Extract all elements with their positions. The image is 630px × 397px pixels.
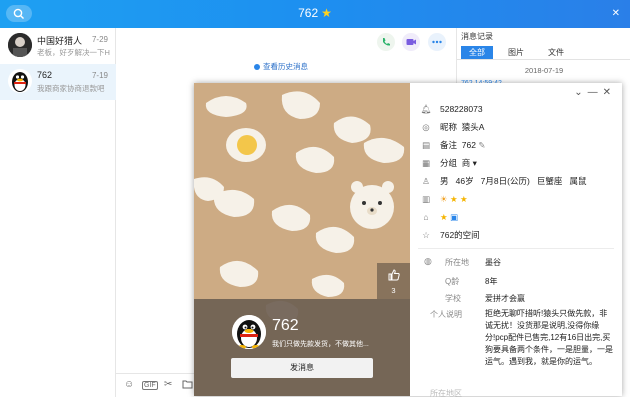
history-panel-title: 消息记录 bbox=[461, 32, 493, 41]
personal-info-row: ♙ 男 46岁 7月8日(公历) 巨蟹座 属鼠 bbox=[420, 173, 586, 189]
window-controls[interactable]: ✕ bbox=[612, 8, 620, 19]
thumbs-up-icon bbox=[388, 269, 400, 281]
conversation-list: 中国好猎人 7-29 老板，好歹解决一下H 762 7-19 我跟商家协商退款吧 bbox=[0, 28, 116, 397]
conversation-name: 762 bbox=[37, 70, 53, 80]
star-badge-icon[interactable]: ★ bbox=[440, 212, 448, 222]
location-pin-icon: ◍ bbox=[424, 256, 432, 266]
profile-cover: 3 bbox=[194, 83, 410, 396]
person-icon: ♙ bbox=[422, 176, 430, 186]
history-date: 2018-07-19 bbox=[524, 66, 564, 75]
bell-icon: 🔔︎ bbox=[420, 104, 432, 114]
video-icon[interactable] bbox=[402, 33, 421, 51]
like-count: 3 bbox=[391, 286, 396, 295]
badges-row: ⌂ ★ ▣ bbox=[420, 209, 458, 225]
title-bar: 762 ★ ✕ bbox=[0, 0, 630, 28]
profile-card: 3 762 我们只做先款发货，不做其他... 发消息 ⌄—✕ 🔔︎ 5282280… bbox=[194, 83, 622, 397]
note-icon: ▤ bbox=[421, 140, 431, 150]
edit-icon[interactable]: ✎ bbox=[478, 140, 485, 150]
remark-row: ▤ 备注 762 ✎ bbox=[420, 137, 485, 153]
group-icon: ▦ bbox=[421, 158, 431, 168]
tab-files[interactable]: 文件 bbox=[545, 46, 567, 59]
window-title: 762 ★ bbox=[298, 6, 332, 20]
group-row: ▦ 分组 商 ▾ bbox=[420, 155, 477, 171]
more-icon[interactable] bbox=[428, 33, 446, 51]
level-row: ▥ ☀ ★ ★ bbox=[420, 191, 468, 207]
conversation-item-hunter[interactable]: 中国好猎人 7-29 老板，好歹解决一下H bbox=[0, 28, 116, 64]
profile-info: ⌄—✕ 🔔︎ 528228073 ◎ 昵称 猿头A ▤ 备注 762 ✎ ▦ 分组 商 … bbox=[410, 83, 622, 397]
view-history-link[interactable]: 查看历史消息 bbox=[116, 61, 446, 72]
star-icon: ★ bbox=[450, 194, 458, 204]
close-icon[interactable]: ✕ bbox=[612, 8, 620, 19]
close-icon[interactable]: ✕ bbox=[603, 87, 616, 98]
q-age-label: Q龄 bbox=[445, 277, 460, 286]
avatar bbox=[8, 33, 32, 57]
region-label: 所在地区 bbox=[430, 389, 462, 397]
q-age-value: 8年 bbox=[485, 277, 498, 286]
conversation-name: 中国好猎人 bbox=[37, 36, 83, 46]
star-icon: ★ bbox=[460, 194, 468, 204]
user-icon: ◎ bbox=[422, 122, 430, 132]
history-tabs: 全部 图片 文件 bbox=[457, 45, 630, 60]
qzone-badge-icon[interactable]: ▣ bbox=[450, 212, 458, 222]
phone-icon[interactable] bbox=[376, 33, 395, 51]
minimize-icon[interactable]: — bbox=[588, 87, 603, 98]
group-dropdown[interactable]: 商 ▾ bbox=[462, 158, 477, 168]
history-icon bbox=[254, 64, 260, 70]
conversation-preview: 老板，好歹解决一下H bbox=[37, 48, 110, 57]
gif-icon[interactable]: GIF bbox=[142, 381, 158, 390]
conversation-date: 7-19 bbox=[91, 71, 108, 80]
sun-icon: ☀ bbox=[440, 194, 448, 204]
chevron-down-icon[interactable]: ⌄ bbox=[574, 87, 587, 98]
profile-avatar[interactable] bbox=[232, 315, 266, 349]
space-row[interactable]: ☆ 762的空间 bbox=[420, 227, 480, 243]
qq-number-row: 🔔︎ 528228073 bbox=[420, 101, 483, 117]
location-value: 墨谷 bbox=[485, 258, 501, 267]
send-message-button[interactable]: 发消息 bbox=[231, 358, 373, 378]
like-button[interactable]: 3 bbox=[377, 263, 410, 299]
star-outline-icon: ☆ bbox=[422, 230, 430, 240]
folder-icon[interactable] bbox=[182, 379, 193, 392]
conversation-preview: 我跟商家协商退款吧 bbox=[37, 84, 105, 93]
location-label: 所在地 bbox=[445, 258, 469, 267]
conversation-item-762[interactable]: 762 7-19 我跟商家协商退款吧 bbox=[0, 64, 116, 100]
chart-icon: ▥ bbox=[421, 194, 431, 204]
school-label: 学校 bbox=[445, 294, 461, 303]
school-value: 爱拼才会赢 bbox=[485, 294, 525, 303]
nickname-row: ◎ 昵称 猿头A bbox=[420, 119, 484, 135]
divider bbox=[418, 248, 614, 249]
scissors-icon[interactable]: ✂ bbox=[164, 379, 172, 390]
popup-window-controls: ⌄—✕ bbox=[574, 87, 616, 98]
profile-name: 762 bbox=[272, 317, 299, 334]
badge-icon: ⌂ bbox=[423, 212, 429, 222]
chat-actions bbox=[372, 33, 446, 53]
tab-all[interactable]: 全部 bbox=[461, 46, 493, 59]
tab-images[interactable]: 图片 bbox=[505, 46, 527, 59]
emoji-icon[interactable]: ☺ bbox=[124, 379, 134, 390]
profile-signature: 我们只做先款发货，不做其他... bbox=[272, 341, 369, 348]
bio-text: 拒绝无聊吓措听!猿头只做先款，非诚无扰！没货那是说明,没得你缘分!pcp配件已售… bbox=[485, 309, 613, 366]
star-icon: ★ bbox=[321, 6, 332, 20]
conversation-date: 7-29 bbox=[91, 35, 108, 44]
avatar bbox=[8, 69, 32, 93]
bio-label: 个人说明 bbox=[430, 310, 462, 319]
